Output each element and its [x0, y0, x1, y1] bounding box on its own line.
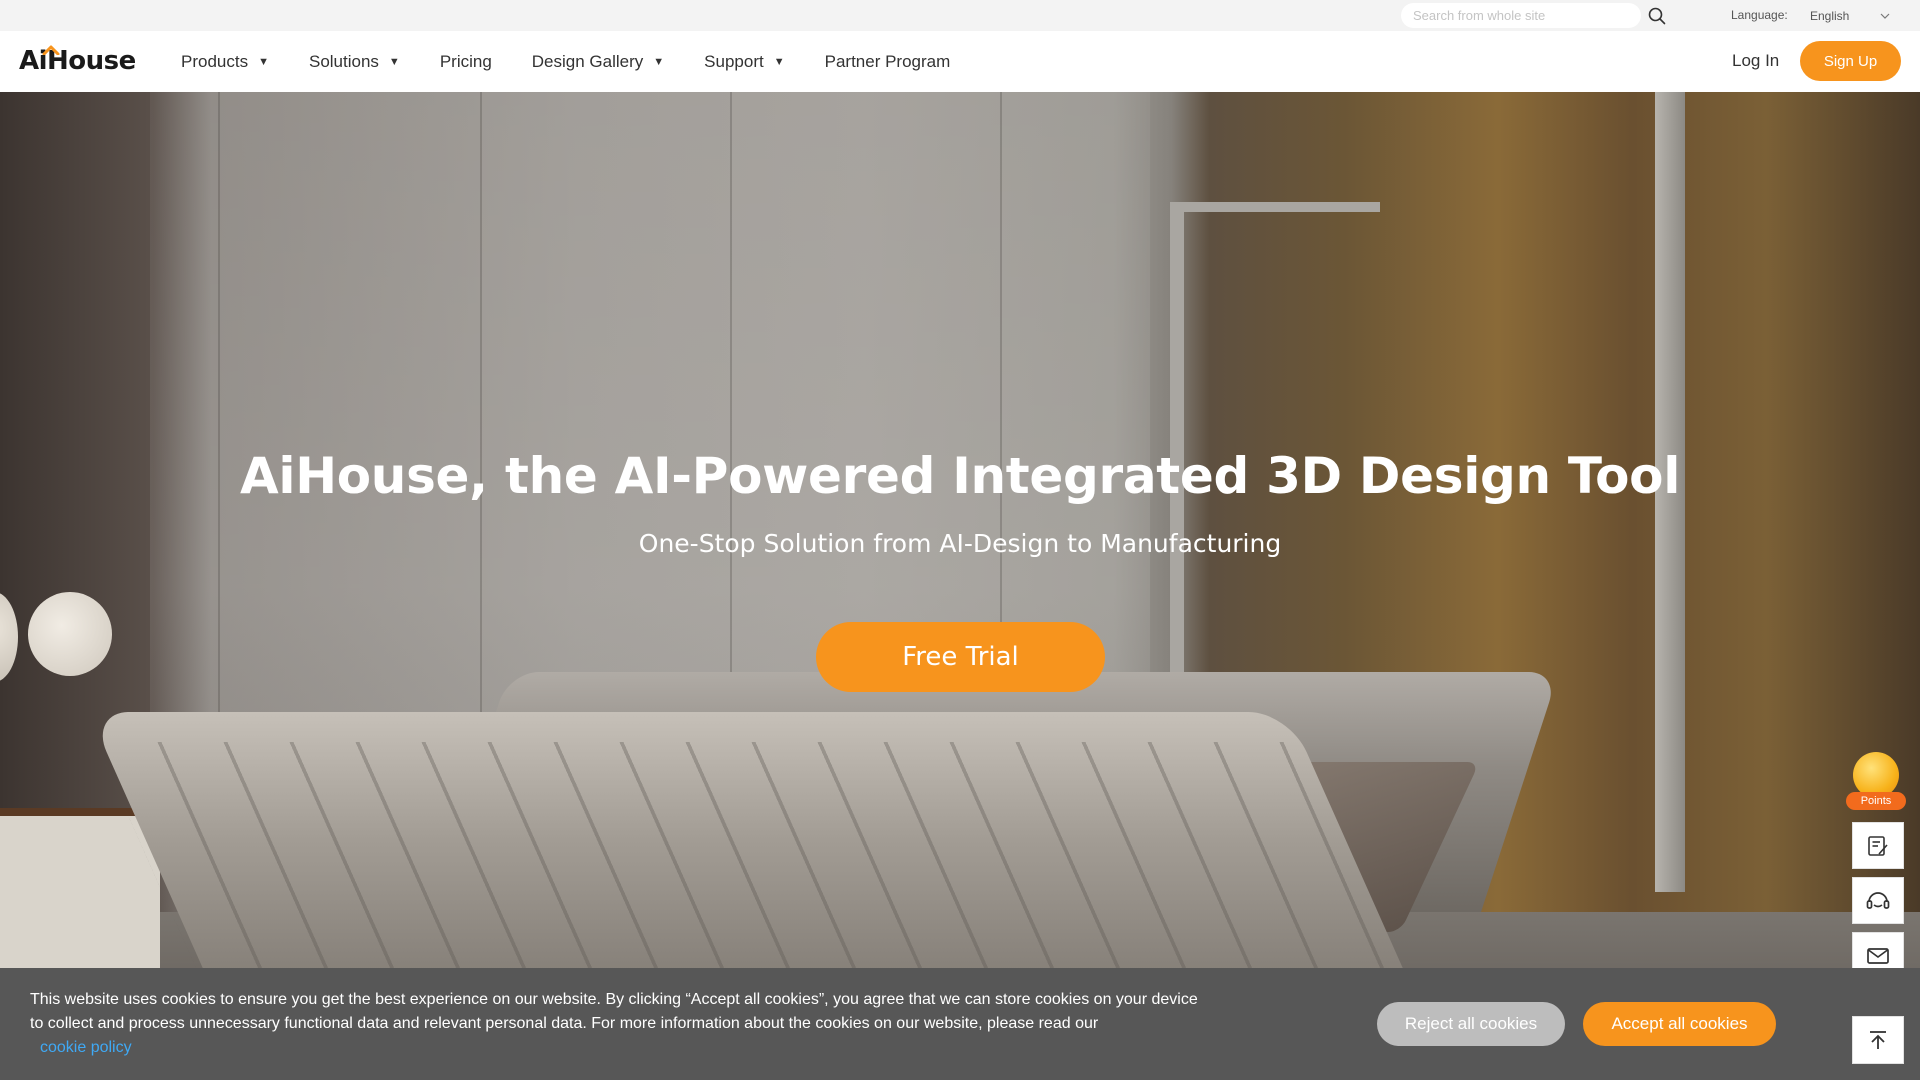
nav-item-design-gallery[interactable]: Design Gallery ▼ [532, 52, 664, 72]
site-search-box[interactable] [1401, 3, 1641, 28]
search-input[interactable] [1401, 3, 1641, 28]
logo[interactable]: AiHouse [19, 43, 136, 79]
arrow-up-to-top-icon [1870, 1031, 1886, 1049]
caret-down-icon: ▼ [388, 55, 400, 68]
language-label: Language: [1731, 8, 1788, 22]
lamp-shade [0, 592, 18, 682]
reject-cookies-button[interactable]: Reject all cookies [1377, 1002, 1565, 1046]
feedback-button[interactable] [1852, 822, 1904, 869]
logo-text: AiHouse [19, 46, 136, 76]
search-icon [1648, 7, 1666, 25]
nav-item-products[interactable]: Products ▼ [181, 52, 269, 72]
form-edit-icon [1868, 835, 1888, 856]
hero-section: AiHouse, the AI-Powered Integrated 3D De… [0, 92, 1920, 1080]
language-select[interactable]: English [1810, 6, 1890, 26]
caret-down-icon: ▼ [773, 55, 785, 68]
nav-item-pricing[interactable]: Pricing [440, 52, 492, 72]
nav-item-label: Partner Program [824, 51, 951, 71]
accept-cookies-button[interactable]: Accept all cookies [1583, 1002, 1776, 1046]
hero-subtitle: One-Stop Solution from AI-Design to Manu… [638, 529, 1282, 558]
customer-service-button[interactable] [1852, 877, 1904, 924]
mail-icon [1867, 947, 1889, 964]
cookie-message: This website uses cookies to ensure you … [30, 991, 1198, 1032]
cookie-text: This website uses cookies to ensure you … [30, 988, 1200, 1060]
nav-item-label: Products [181, 51, 249, 71]
lamp-shade [28, 592, 112, 676]
headset-icon [1866, 891, 1890, 909]
nav-item-solutions[interactable]: Solutions ▼ [309, 52, 400, 72]
free-trial-button[interactable]: Free Trial [816, 622, 1105, 692]
back-to-top-button[interactable] [1852, 1016, 1904, 1064]
hero-title: AiHouse, the AI-Powered Integrated 3D De… [239, 447, 1681, 505]
nav-item-label: Design Gallery [531, 51, 644, 71]
login-link[interactable]: Log In [1732, 51, 1779, 71]
cookie-policy-link[interactable]: cookie policy [40, 1039, 132, 1056]
nav-item-support[interactable]: Support ▼ [704, 52, 784, 72]
logo-roof-icon [42, 45, 60, 55]
cookie-banner: This website uses cookies to ensure you … [0, 968, 1920, 1080]
utility-bar: Language: English [0, 0, 1920, 31]
nav-item-label: Solutions [308, 51, 379, 71]
points-label: Points [1846, 792, 1906, 810]
nav-item-label: Pricing [439, 51, 492, 71]
nav-item-label: Support [704, 51, 764, 71]
nav-item-partner-program[interactable]: Partner Program [825, 52, 951, 72]
signup-button[interactable]: Sign Up [1800, 41, 1901, 81]
nav-links: Products ▼ Solutions ▼ Pricing Design Ga… [181, 31, 990, 92]
language-value: English [1810, 9, 1850, 23]
caret-down-icon: ▼ [653, 55, 665, 68]
chevron-down-icon [1880, 13, 1890, 19]
main-nav: AiHouse Products ▼ Solutions ▼ Pricing D… [0, 31, 1920, 92]
search-button[interactable] [1645, 4, 1669, 28]
caret-down-icon: ▼ [258, 55, 269, 68]
points-widget[interactable]: Points [1841, 750, 1911, 812]
